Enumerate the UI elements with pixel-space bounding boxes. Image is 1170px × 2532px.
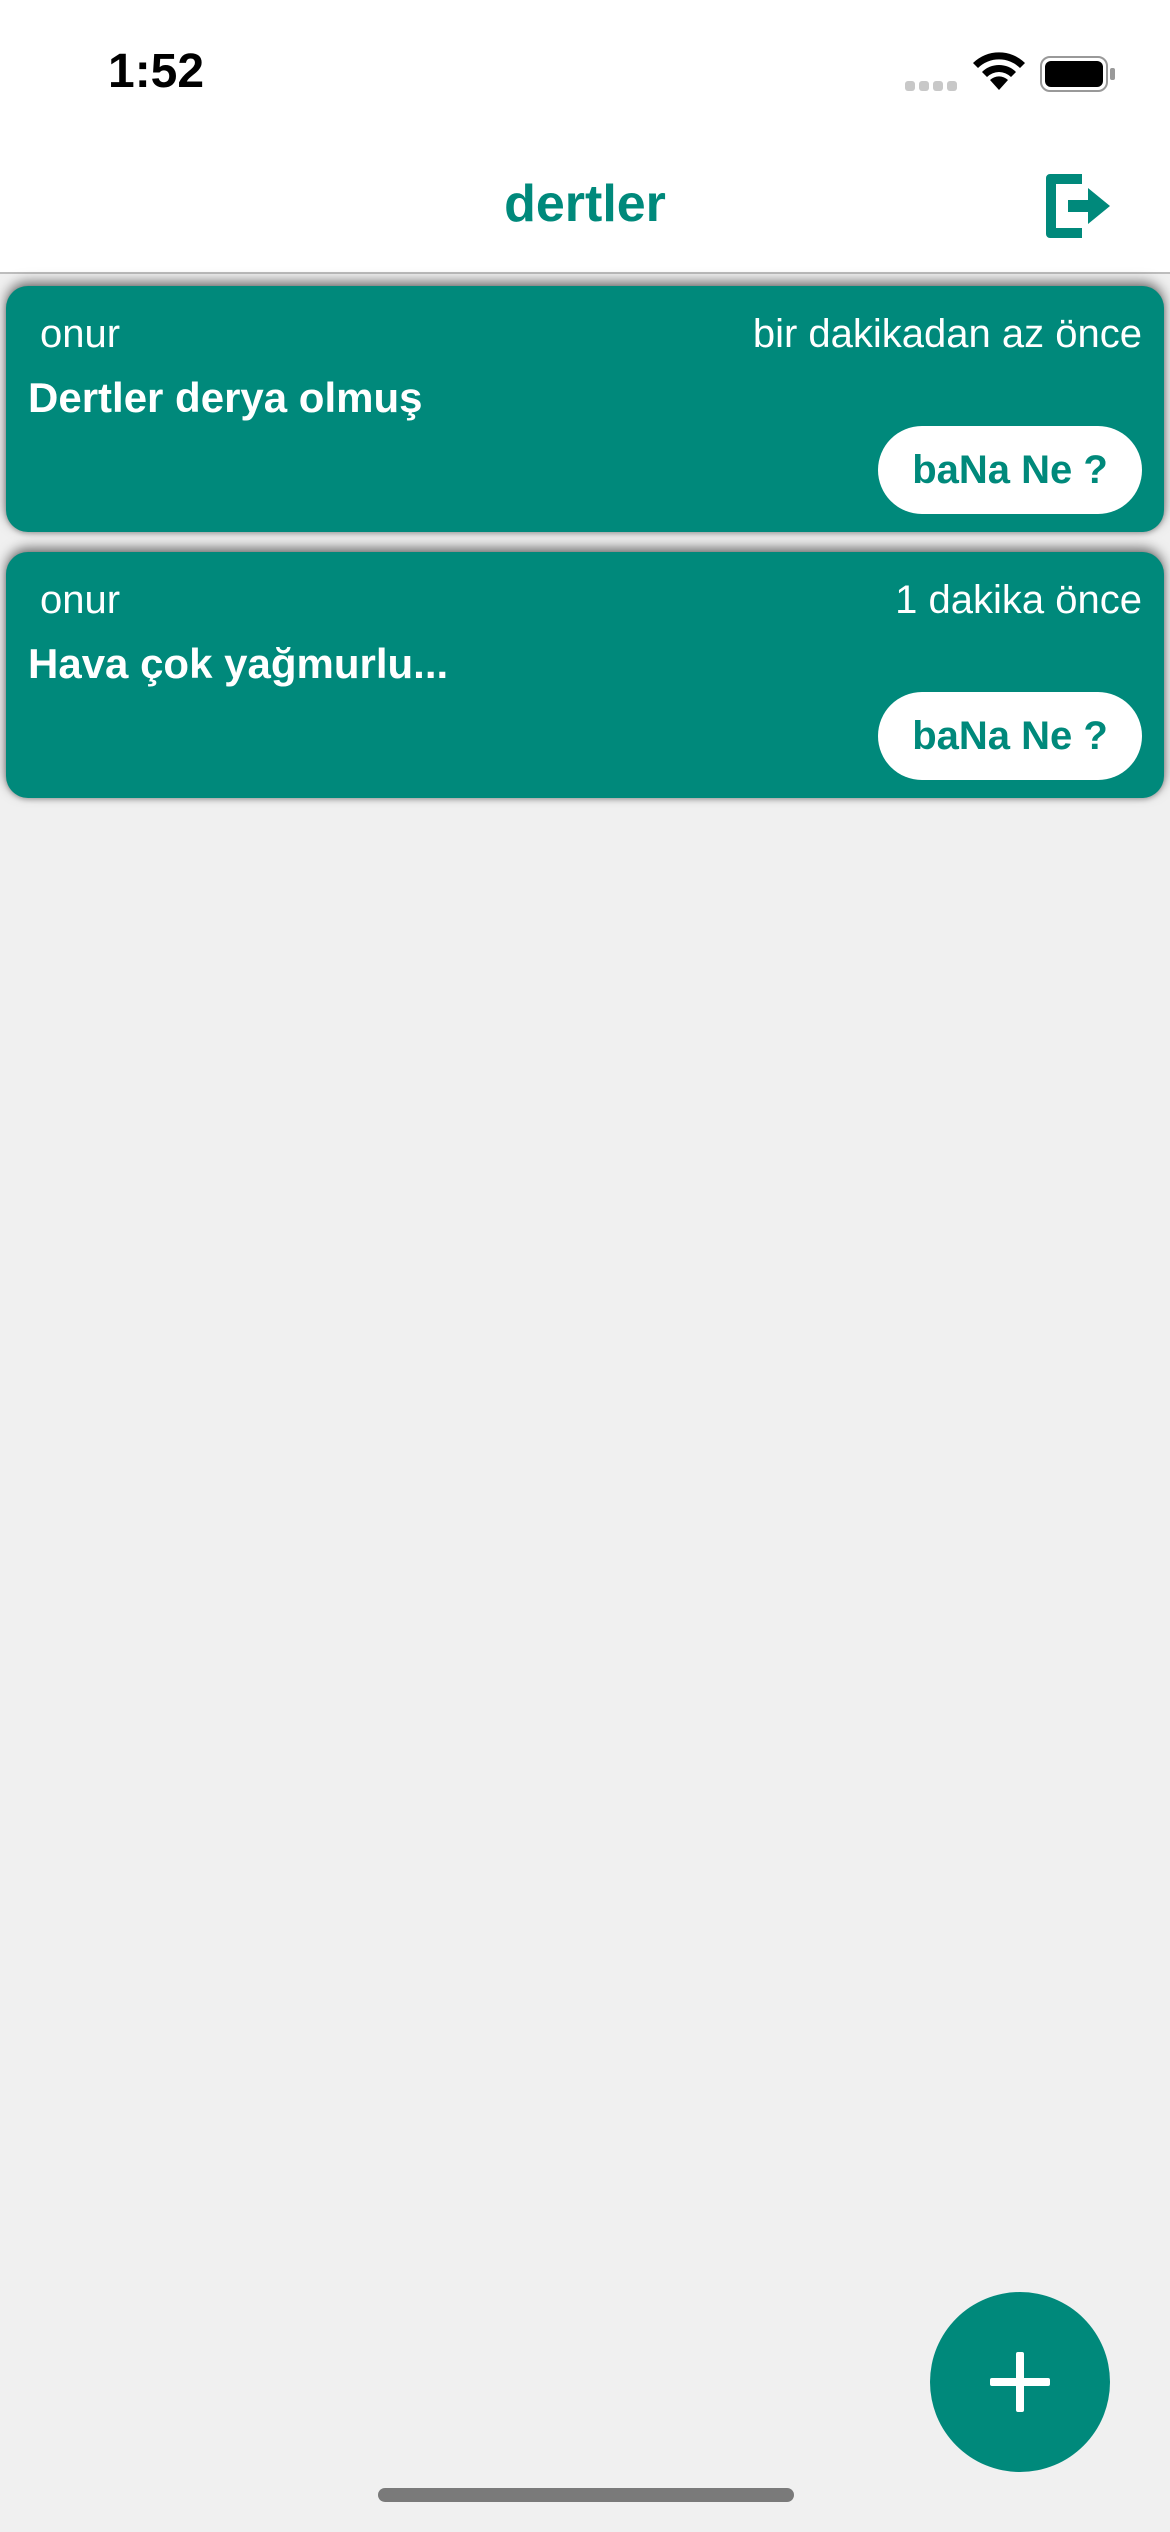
home-indicator[interactable]: [378, 2488, 794, 2502]
post-text: Dertler derya olmuş: [28, 374, 423, 421]
battery-icon: [1040, 56, 1115, 92]
logout-button[interactable]: [1036, 166, 1116, 246]
plus-icon: [990, 2352, 1050, 2412]
wifi-icon: [973, 52, 1025, 90]
post-text: Hava çok yağmurlu...: [28, 640, 449, 687]
cellular-signal-icon: [905, 81, 957, 91]
post-card: onur 1 dakika önce Hava çok yağmurlu... …: [6, 552, 1164, 798]
post-card: onur bir dakikadan az önce Dertler derya…: [6, 286, 1164, 532]
app-header: dertler: [0, 140, 1170, 274]
page-title: dertler: [504, 175, 666, 233]
post-author: onur: [40, 578, 121, 622]
post-author: onur: [40, 312, 121, 356]
status-time: 1:52: [108, 45, 205, 98]
add-post-button[interactable]: [930, 2292, 1110, 2472]
logout-icon: [1046, 174, 1110, 238]
bana-ne-button[interactable]: baNa Ne ?: [878, 692, 1142, 780]
post-timestamp: 1 dakika önce: [895, 578, 1142, 622]
status-bar: 1:52: [0, 0, 1170, 140]
post-timestamp: bir dakikadan az önce: [752, 312, 1142, 356]
bana-ne-button[interactable]: baNa Ne ?: [878, 426, 1142, 514]
